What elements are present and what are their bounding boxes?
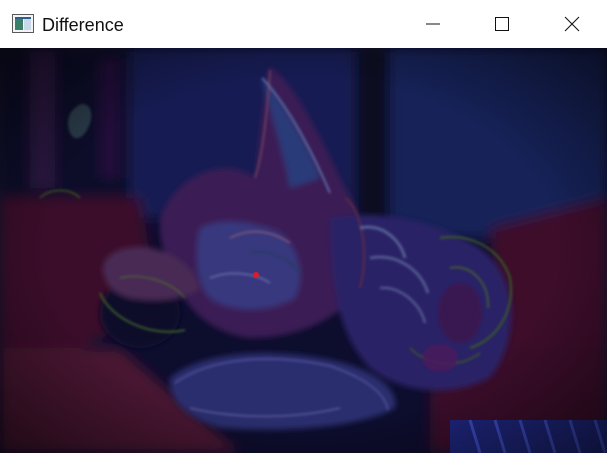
title-bar[interactable]: Difference	[0, 0, 607, 48]
close-icon	[564, 16, 580, 32]
minimize-button[interactable]	[398, 0, 468, 48]
maximize-icon	[495, 17, 509, 31]
marker-dot	[253, 272, 259, 278]
difference-image-canvas	[0, 48, 607, 453]
app-icon	[12, 14, 34, 33]
close-button[interactable]	[537, 0, 607, 48]
difference-image[interactable]	[0, 48, 607, 453]
window-title: Difference	[42, 15, 124, 35]
minimize-icon	[426, 23, 440, 25]
maximize-button[interactable]	[467, 0, 537, 48]
app-window: Difference	[0, 0, 607, 453]
